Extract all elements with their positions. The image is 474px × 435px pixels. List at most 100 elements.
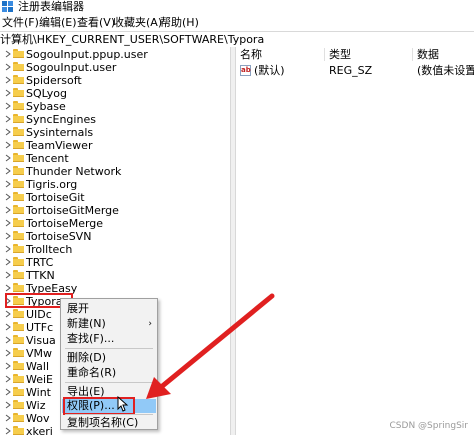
values-list[interactable]: 名称 类型 数据 ab (默认) REG_SZ (数值未设置) (236, 47, 474, 435)
menu-item-rename[interactable]: 重命名(R) (62, 366, 156, 380)
menu-separator (65, 382, 153, 383)
tree-item[interactable]: TortoiseSVN (0, 230, 230, 243)
window-title: 注册表编辑器 (18, 0, 84, 13)
tree-item[interactable]: TortoiseMerge (0, 217, 230, 230)
value-row[interactable]: ab (默认) REG_SZ (数值未设置) (236, 64, 474, 78)
tree-item[interactable]: Spidersoft (0, 74, 230, 87)
chevron-right-icon[interactable] (4, 257, 12, 267)
menu-bar: 文件(F) 编辑(E) 查看(V) 收藏夹(A) 帮助(H) (0, 15, 474, 31)
menu-view[interactable]: 查看(V) (77, 16, 115, 30)
folder-icon (13, 257, 24, 266)
menu-edit[interactable]: 编辑(E) (39, 16, 77, 30)
column-header-type[interactable]: 类型 (329, 48, 351, 61)
folder-icon (13, 348, 24, 357)
tree-item[interactable]: SQLyog (0, 87, 230, 100)
folder-icon (13, 75, 24, 84)
menu-file[interactable]: 文件(F) (2, 16, 39, 30)
chevron-right-icon[interactable] (4, 101, 12, 111)
chevron-right-icon[interactable] (4, 62, 12, 72)
chevron-right-icon[interactable] (4, 244, 12, 254)
tree-item[interactable]: SogouInput.ppup.user (0, 48, 230, 61)
menu-item-expand[interactable]: 展开 (62, 302, 156, 316)
tree-item-label: TRTC (26, 256, 54, 269)
menu-separator (65, 348, 153, 349)
chevron-right-icon[interactable] (4, 309, 12, 319)
folder-icon (13, 192, 24, 201)
tree-item[interactable]: TeamViewer (0, 139, 230, 152)
tree-item-label: Wiz (26, 399, 46, 412)
folder-icon (13, 49, 24, 58)
chevron-right-icon[interactable] (4, 361, 12, 371)
tree-item[interactable]: Tigris.org (0, 178, 230, 191)
tree-item-label: Visua (26, 334, 56, 347)
folder-icon (13, 413, 24, 422)
tree-item-label: Wint (26, 386, 51, 399)
address-bar[interactable]: 计算机\HKEY_CURRENT_USER\SOFTWARE\Typora (0, 31, 474, 48)
menu-item-copy-key-name[interactable]: 复制项名称(C) (62, 416, 156, 430)
folder-icon (13, 205, 24, 214)
menu-item-new[interactable]: 新建(N) › (62, 317, 156, 331)
column-header-name[interactable]: 名称 (240, 48, 262, 61)
menu-help[interactable]: 帮助(H) (160, 16, 199, 30)
menu-item-delete[interactable]: 删除(D) (62, 351, 156, 365)
tree-item[interactable]: SogouInput.user (0, 61, 230, 74)
chevron-right-icon[interactable] (4, 192, 12, 202)
tree-item[interactable]: Sysinternals (0, 126, 230, 139)
value-name: (默认) (254, 64, 285, 77)
chevron-right-icon[interactable] (4, 205, 12, 215)
folder-icon (13, 179, 24, 188)
chevron-right-icon[interactable] (4, 270, 12, 280)
tree-item-label: TortoiseGitMerge (26, 204, 119, 217)
folder-icon (13, 374, 24, 383)
chevron-right-icon[interactable] (4, 114, 12, 124)
chevron-right-icon[interactable] (4, 88, 12, 98)
tree-item[interactable]: TRTC (0, 256, 230, 269)
chevron-right-icon[interactable] (4, 166, 12, 176)
folder-icon (13, 400, 24, 409)
tree-item[interactable]: Trolltech (0, 243, 230, 256)
tree-item[interactable]: TortoiseGitMerge (0, 204, 230, 217)
tree-item[interactable]: TortoiseGit (0, 191, 230, 204)
chevron-right-icon[interactable] (4, 75, 12, 85)
tree-item[interactable]: Thunder Network (0, 165, 230, 178)
folder-icon (13, 88, 24, 97)
chevron-right-icon[interactable] (4, 413, 12, 423)
tree-item-label: VMw (26, 347, 53, 360)
tree-item-label: Sysinternals (26, 126, 94, 139)
column-header-data[interactable]: 数据 (417, 48, 439, 61)
chevron-right-icon[interactable] (4, 426, 12, 435)
value-type: REG_SZ (329, 64, 373, 77)
chevron-right-icon[interactable] (4, 140, 12, 150)
tree-item[interactable]: TTKN (0, 269, 230, 282)
chevron-right-icon[interactable] (4, 283, 12, 293)
tree-item-label: TortoiseSVN (26, 230, 92, 243)
tree-item-label: TortoiseMerge (26, 217, 104, 230)
chevron-right-icon[interactable] (4, 153, 12, 163)
chevron-right-icon[interactable] (4, 179, 12, 189)
folder-icon (13, 140, 24, 149)
folder-icon (13, 127, 24, 136)
chevron-right-icon[interactable] (4, 49, 12, 59)
chevron-right-icon[interactable] (4, 218, 12, 228)
chevron-right-icon[interactable] (4, 387, 12, 397)
menu-item-permissions[interactable]: 权限(P)... (62, 397, 156, 415)
chevron-right-icon[interactable] (4, 231, 12, 241)
chevron-right-icon[interactable] (4, 348, 12, 358)
tree-item-label: UTFc (26, 321, 54, 334)
chevron-right-icon[interactable] (4, 127, 12, 137)
tree-item-label: SQLyog (26, 87, 67, 100)
tree-item-label: Thunder Network (26, 165, 122, 178)
menu-item-find[interactable]: 查找(F)... (62, 332, 156, 346)
chevron-right-icon[interactable] (4, 374, 12, 384)
tree-item[interactable]: Sybase (0, 100, 230, 113)
chevron-right-icon[interactable] (4, 322, 12, 332)
chevron-right-icon[interactable] (4, 335, 12, 345)
watermark: CSDN @SpringSir (389, 421, 468, 431)
submenu-arrow-icon: › (148, 319, 152, 329)
tree-item[interactable]: SyncEngines (0, 113, 230, 126)
tree-item-label: SyncEngines (26, 113, 96, 126)
tree-item[interactable]: Tencent (0, 152, 230, 165)
chevron-right-icon[interactable] (4, 400, 12, 410)
tree-item-label: Tencent (26, 152, 69, 165)
menu-favorites[interactable]: 收藏夹(A) (113, 16, 162, 30)
